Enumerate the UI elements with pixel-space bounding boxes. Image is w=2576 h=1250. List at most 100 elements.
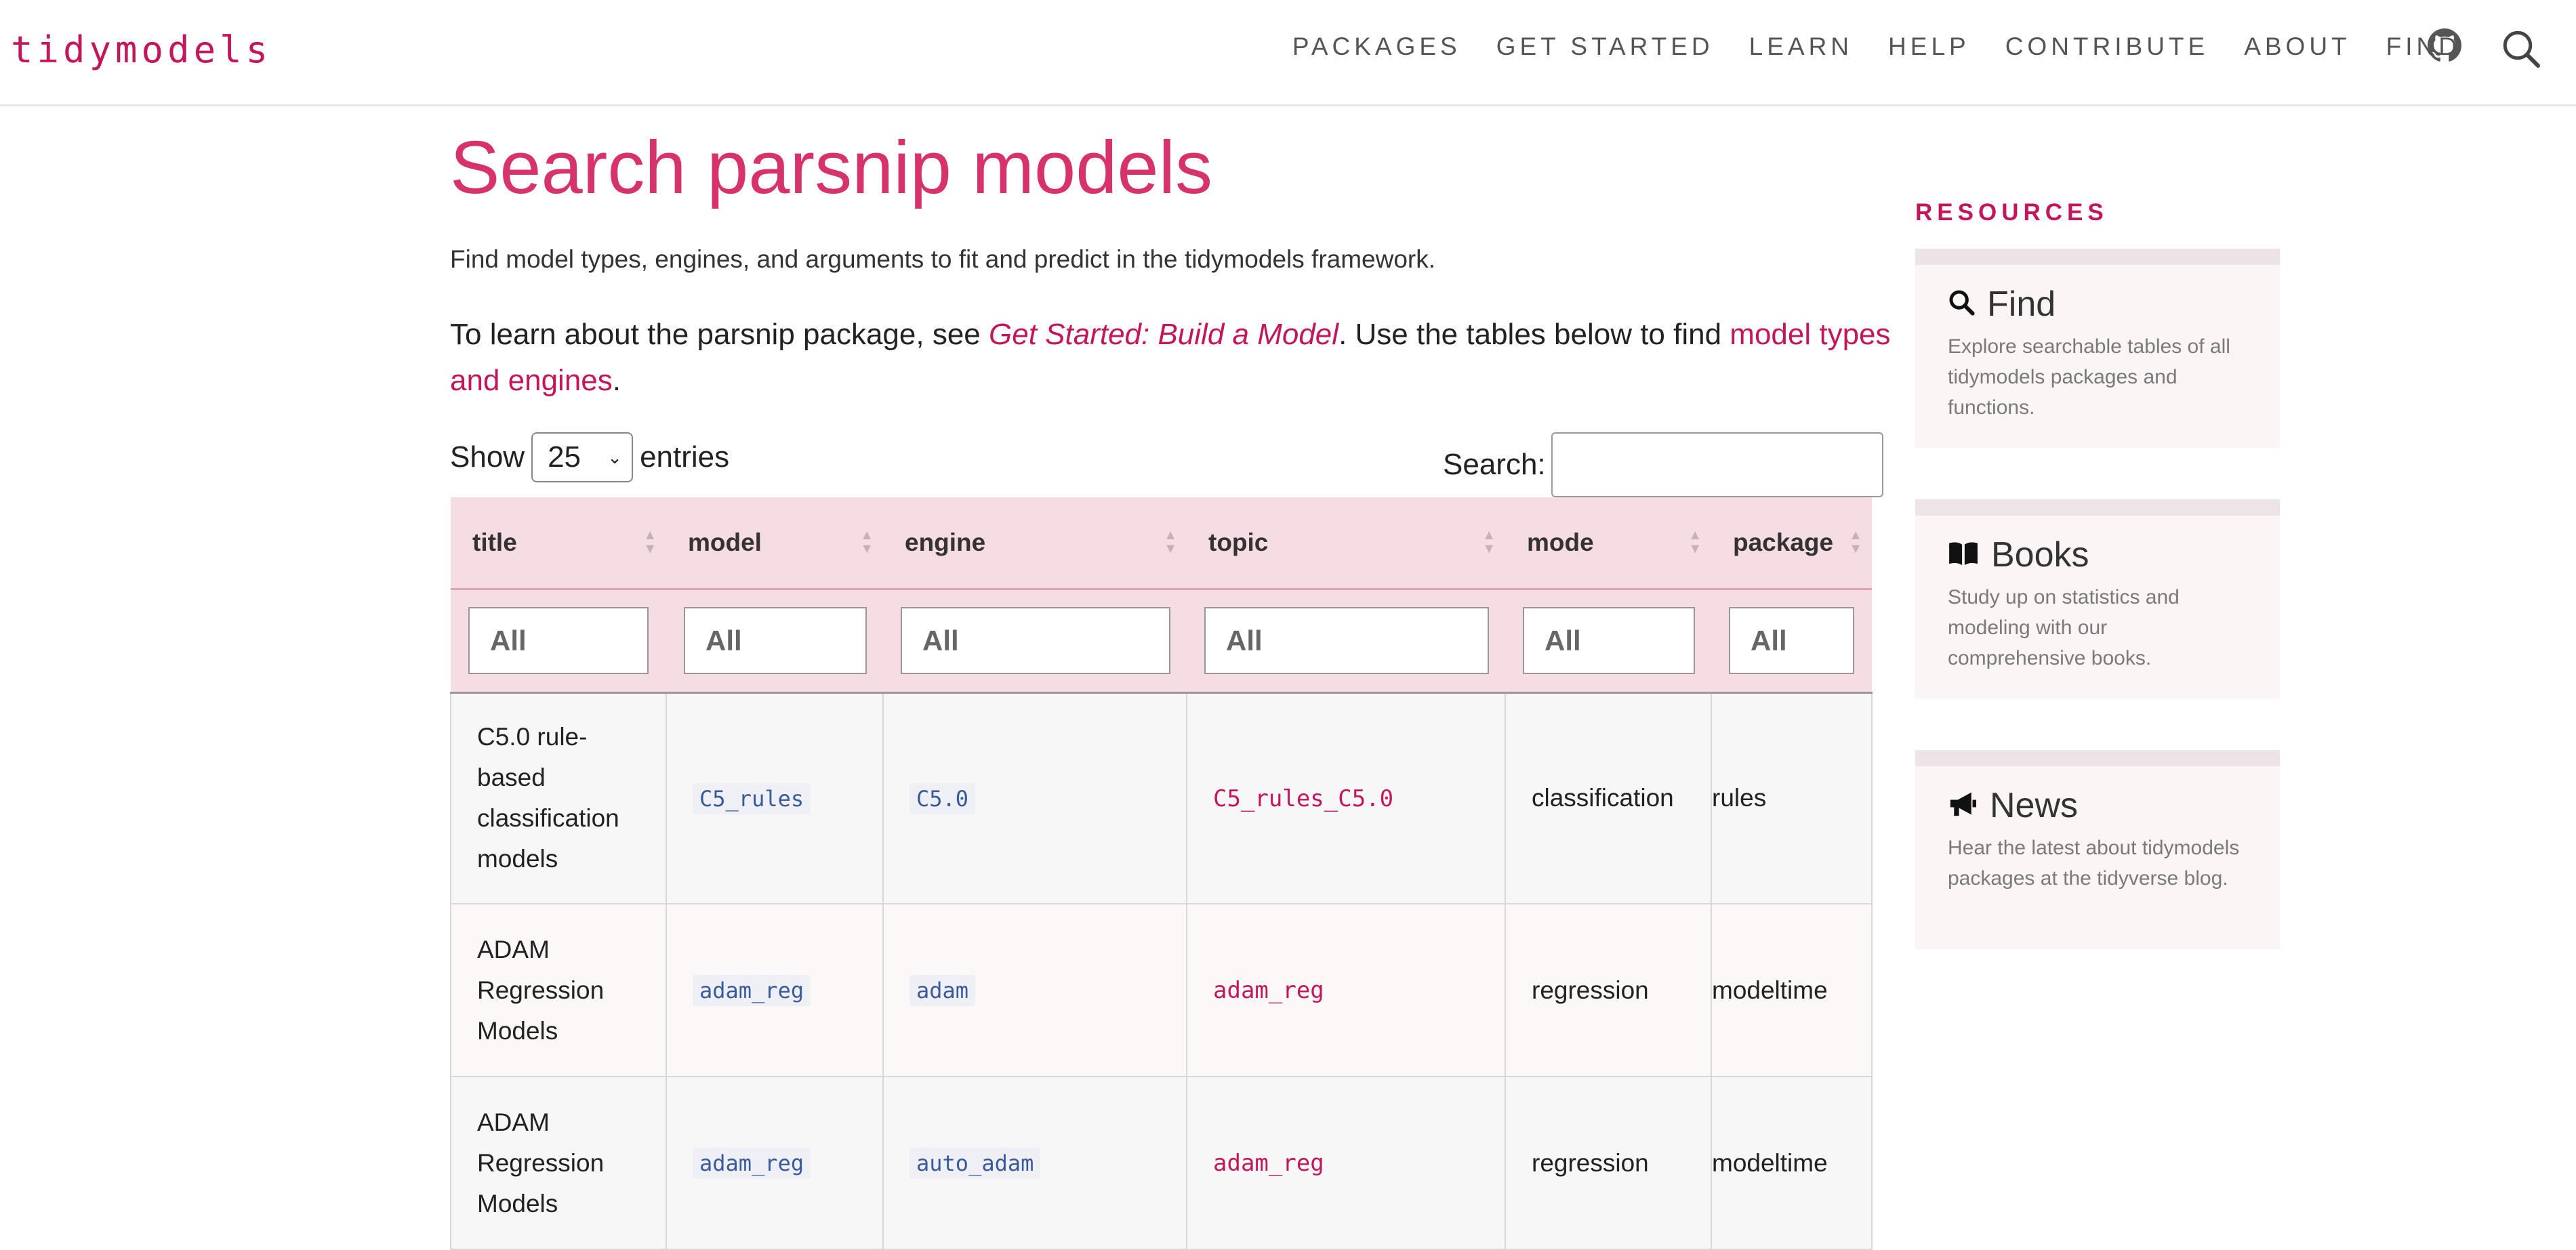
cell-title: ADAM Regression Models [450, 903, 667, 1077]
card-title: News [1948, 785, 2078, 826]
model-code: adam_reg [693, 1148, 811, 1179]
topic-link[interactable]: adam_reg [1213, 1150, 1324, 1177]
col-header-title[interactable]: title ▲ ▼ [451, 497, 666, 590]
col-model-label: model [688, 528, 762, 556]
megaphone-icon [1948, 785, 1978, 826]
table-search-input[interactable] [1551, 432, 1883, 497]
filter-title[interactable]: All [468, 607, 649, 674]
card-description: Hear the latest about tidymodels package… [1948, 837, 2240, 890]
models-table: title ▲ ▼ model ▲ ▼ engine ▲ ▼ topic ▲ ▼ mode ▲ ▼ … [450, 497, 1873, 1250]
sort-icon: ▲ ▼ [860, 528, 874, 556]
col-header-package[interactable]: package ▲ ▼ [1711, 497, 1872, 590]
card-title: Find [1948, 284, 2056, 325]
cell-model: C5_rules [666, 692, 884, 904]
topic-link[interactable]: adam_reg [1213, 977, 1324, 1004]
filter-row: All All All All All All [451, 589, 1872, 694]
resources-heading: RESOURCES [1915, 199, 2108, 226]
cell-package: rules [1711, 692, 1873, 904]
entries-value: 25 [548, 440, 581, 474]
col-package-label: package [1733, 528, 1834, 556]
sort-icon: ▲ ▼ [1849, 528, 1862, 556]
chevron-down-icon: ⌄ [607, 447, 623, 467]
intro-text: Find model types, engines, and arguments… [450, 245, 1436, 273]
learn-prefix: To learn about the parsnip package, see [450, 318, 989, 351]
nav-about[interactable]: ABOUT [2244, 33, 2350, 61]
nav-contribute[interactable]: CONTRIBUTE [2005, 33, 2209, 61]
get-started-link[interactable]: Get Started: Build a Model [989, 318, 1338, 351]
nav-menu: PACKAGES GET STARTED LEARN HELP CONTRIBU… [1292, 33, 2461, 61]
cell-topic: adam_reg [1186, 903, 1506, 1077]
card-title-text: Find [1987, 285, 2056, 324]
col-header-model[interactable]: model ▲ ▼ [666, 497, 883, 590]
filter-topic[interactable]: All [1204, 607, 1489, 674]
cell-engine: adam [882, 903, 1187, 1077]
resource-card-news[interactable]: News Hear the latest about tidymodels pa… [1915, 750, 2280, 949]
engine-code: C5.0 [909, 783, 976, 814]
col-engine-label: engine [905, 528, 986, 556]
entries-control: Show 25 ⌄ entries [450, 432, 729, 482]
model-code: adam_reg [693, 975, 811, 1006]
cell-package: modeltime [1711, 903, 1873, 1077]
brand-logo[interactable]: tidymodels [11, 28, 272, 71]
search-icon[interactable] [2501, 28, 2541, 72]
entries-label: entries [640, 440, 730, 474]
sort-icon: ▲ ▼ [643, 528, 657, 556]
cell-model: adam_reg [666, 903, 884, 1077]
card-title-text: News [1990, 786, 2079, 825]
sort-icon: ▲ ▼ [1164, 528, 1177, 556]
nav-help[interactable]: HELP [1888, 33, 1970, 61]
nav-packages[interactable]: PACKAGES [1292, 33, 1461, 61]
navbar: tidymodels PACKAGES GET STARTED LEARN HE… [0, 0, 2576, 106]
resource-card-books[interactable]: Books Study up on statistics and modelin… [1915, 499, 2280, 699]
entries-select[interactable]: 25 ⌄ [531, 432, 634, 482]
cell-mode: classification [1505, 692, 1712, 904]
cell-title: ADAM Regression Models [450, 1076, 667, 1250]
cell-topic: adam_reg [1186, 1076, 1506, 1250]
cell-package: modeltime [1711, 1076, 1873, 1250]
table-row: ADAM Regression Models adam_reg adam ada… [450, 903, 1873, 1077]
col-header-engine[interactable]: engine ▲ ▼ [883, 497, 1187, 590]
col-topic-label: topic [1208, 528, 1269, 556]
engine-code: adam [909, 975, 976, 1006]
topic-link[interactable]: C5_rules_C5.0 [1213, 785, 1393, 812]
cell-topic: C5_rules_C5.0 [1186, 692, 1506, 904]
cell-mode: regression [1505, 903, 1712, 1077]
card-description: Study up on statistics and modeling with… [1948, 586, 2180, 669]
learn-paragraph: To learn about the parsnip package, see … [450, 312, 1894, 404]
show-label: Show [450, 440, 525, 474]
learn-middle: . Use the tables below to find [1338, 318, 1730, 351]
cell-engine: auto_adam [882, 1076, 1187, 1250]
filter-package[interactable]: All [1729, 607, 1854, 674]
github-icon[interactable] [2428, 28, 2461, 66]
col-header-topic[interactable]: topic ▲ ▼ [1187, 497, 1505, 590]
cell-engine: C5.0 [882, 692, 1187, 904]
resource-card-find[interactable]: Find Explore searchable tables of all ti… [1915, 249, 2280, 448]
page-title: Search parsnip models [450, 126, 1213, 209]
nav-learn[interactable]: LEARN [1749, 33, 1853, 61]
filter-mode[interactable]: All [1523, 607, 1695, 674]
card-title: Books [1948, 535, 2089, 575]
search-icon [1948, 284, 1975, 325]
table-header-row: title ▲ ▼ model ▲ ▼ engine ▲ ▼ topic ▲ ▼ mode ▲ ▼ … [451, 497, 1872, 590]
nav-get-started[interactable]: GET STARTED [1496, 33, 1714, 61]
cell-mode: regression [1505, 1076, 1712, 1250]
col-title-label: title [472, 528, 517, 556]
learn-suffix: . [612, 364, 621, 397]
table-search-control: Search: [1443, 432, 1883, 497]
search-label: Search: [1443, 448, 1546, 481]
cell-title: C5.0 rule-based classification models [450, 692, 667, 904]
card-description: Explore searchable tables of all tidymod… [1948, 335, 2230, 419]
col-header-mode[interactable]: mode ▲ ▼ [1505, 497, 1711, 590]
cell-model: adam_reg [666, 1076, 884, 1250]
sort-icon: ▲ ▼ [1688, 528, 1702, 556]
table-row: ADAM Regression Models adam_reg auto_ada… [450, 1076, 1873, 1250]
table-row: C5.0 rule-based classification models C5… [450, 692, 1873, 904]
model-code: C5_rules [693, 783, 811, 814]
filter-model[interactable]: All [684, 607, 867, 674]
filter-engine[interactable]: All [901, 607, 1170, 674]
card-title-text: Books [1991, 535, 2089, 575]
col-mode-label: mode [1527, 528, 1594, 556]
engine-code: auto_adam [909, 1148, 1041, 1179]
sort-icon: ▲ ▼ [1482, 528, 1496, 556]
book-icon [1948, 535, 1979, 575]
